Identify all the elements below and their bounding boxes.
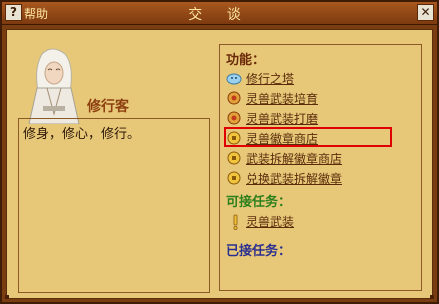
content-area: 修行客 修身，修心，修行。 功能： 修行之塔 灵兽武装培育 灵兽武装打磨 灵兽徽… [6, 29, 433, 299]
menu-item-armor-polish[interactable]: 灵兽武装打磨 [226, 109, 416, 127]
dialog-box: 修身，修心，修行。 [18, 118, 210, 293]
cloud-icon [226, 73, 242, 85]
exclamation-icon [233, 214, 238, 230]
close-button[interactable]: ✕ [417, 4, 434, 21]
dialog-window: ? 帮助 交 谈 ✕ 修行客 修身，修心，修行。 功能： 修行之塔 灵兽武装培育… [0, 0, 439, 304]
menu-item-label: 兑换武装拆解徽章 [246, 171, 343, 186]
menu-item-label: 武装拆解徽章商店 [246, 151, 343, 166]
close-icon: ✕ [420, 5, 431, 19]
npc-portrait [28, 48, 80, 124]
functions-title: 功能： [226, 53, 266, 68]
menu-item-armor-nurture[interactable]: 灵兽武装培育 [226, 89, 416, 107]
window-title: 交 谈 [188, 7, 251, 23]
title-bar: ? 帮助 交 谈 ✕ [2, 2, 437, 25]
menu-item-exchange-badge[interactable]: 兑换武装拆解徽章 [226, 169, 416, 187]
menu-item-label: 灵兽武装培育 [246, 91, 319, 106]
accepted-tasks-title: 已接任务： [226, 244, 292, 259]
resize-grip [430, 295, 434, 299]
menu-item-dismantle-badge-shop[interactable]: 武装拆解徽章商店 [226, 149, 416, 167]
menu-item-cultivation-tower[interactable]: 修行之塔 [226, 69, 416, 87]
right-panel: 功能： 修行之塔 灵兽武装培育 灵兽武装打磨 灵兽徽章商店 武装拆解徽章商店 兑… [219, 44, 422, 291]
gear-icon [227, 91, 241, 105]
badge-coin-icon [227, 151, 241, 165]
npc-name: 修行客 [87, 99, 129, 115]
gear-icon [227, 111, 241, 125]
menu-item-label: 修行之塔 [246, 71, 295, 86]
task-item-spirit-armor[interactable]: 灵兽武装 [230, 213, 294, 230]
task-label: 灵兽武装 [246, 215, 295, 229]
menu-item-label: 灵兽武装打磨 [246, 111, 319, 126]
badge-coin-icon [227, 171, 241, 185]
menu-item-badge-shop[interactable]: 灵兽徽章商店 [224, 127, 416, 147]
resize-grip [5, 295, 9, 299]
dialog-text: 修身，修心，修行。 [23, 127, 141, 142]
selection-highlight [224, 127, 392, 147]
available-tasks-title: 可接任务： [226, 195, 292, 210]
